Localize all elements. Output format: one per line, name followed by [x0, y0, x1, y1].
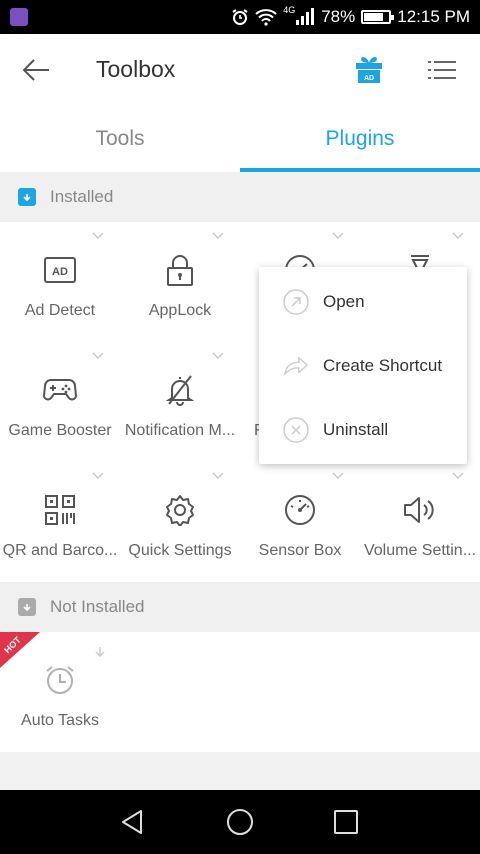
chevron-down-icon[interactable]	[212, 232, 224, 240]
tab-bar: Tools Plugins	[0, 106, 480, 172]
plugin-label: Sensor Box	[258, 542, 342, 559]
nav-home-button[interactable]	[222, 804, 258, 840]
plugin-ad-detect[interactable]: AD Ad Detect	[0, 222, 120, 342]
not-installed-section-header: Not Installed	[0, 582, 480, 632]
installed-label: Installed	[50, 187, 114, 206]
gift-ad-icon: AD	[356, 57, 382, 83]
page-title: Toolbox	[96, 56, 176, 82]
gear-icon	[162, 492, 198, 528]
menu-item-label: Open	[323, 292, 365, 311]
speaker-icon	[402, 492, 438, 528]
back-arrow-icon	[22, 59, 49, 81]
gift-badge-text: AD	[364, 75, 374, 82]
hot-badge: HOT	[0, 632, 40, 668]
chevron-down-icon[interactable]	[332, 232, 344, 240]
menu-item-label: Create Shortcut	[323, 356, 443, 375]
bell-off-icon	[162, 372, 198, 408]
chevron-down-icon[interactable]	[92, 232, 104, 240]
gift-ad-button[interactable]: AD	[348, 48, 390, 90]
status-bar: 4G 78% 12:15 PM	[0, 0, 480, 34]
chevron-down-icon[interactable]	[212, 472, 224, 480]
recents-square-icon	[334, 810, 358, 834]
ad-detect-icon: AD	[42, 252, 78, 288]
chevron-down-icon[interactable]	[92, 352, 104, 360]
plugin-context-menu: Open Create Shortcut Uninstall	[259, 267, 467, 464]
menu-item-create-shortcut[interactable]: Create Shortcut	[259, 334, 467, 398]
not-installed-label: Not Installed	[50, 597, 145, 616]
gamepad-icon	[42, 372, 78, 408]
plugin-notification-manager[interactable]: Notification M...	[120, 342, 240, 462]
back-triangle-icon	[122, 810, 142, 834]
plugin-quick-settings[interactable]: Quick Settings	[120, 462, 240, 582]
plugin-label: Auto Tasks	[21, 712, 99, 729]
chevron-down-icon[interactable]	[212, 352, 224, 360]
plugin-label: AppLock	[148, 302, 212, 319]
installed-box-icon	[18, 188, 36, 206]
system-nav-bar	[0, 790, 480, 854]
alarm-icon	[232, 9, 248, 25]
battery-fill	[364, 13, 384, 21]
installed-section-header: Installed	[0, 172, 480, 222]
nav-back-button[interactable]	[114, 804, 150, 840]
not-installed-box-icon	[18, 598, 36, 616]
menu-item-label: Uninstall	[323, 420, 389, 439]
list-menu-icon	[428, 61, 456, 79]
plugin-label: Ad Detect	[24, 302, 96, 319]
chevron-down-icon[interactable]	[332, 472, 344, 480]
close-circle-icon	[283, 417, 309, 443]
plugin-label: Notification M...	[124, 422, 236, 439]
battery-percent: 78%	[321, 7, 356, 26]
list-menu-button[interactable]	[422, 50, 462, 90]
plugin-label: Volume Settin...	[363, 542, 477, 559]
alarm-clock-icon	[42, 662, 78, 698]
plugin-volume-settings[interactable]: Volume Settin...	[360, 462, 480, 582]
plugin-label: Quick Settings	[128, 542, 232, 559]
signal-icon	[296, 8, 315, 25]
nav-recents-button[interactable]	[328, 804, 364, 840]
chevron-down-icon[interactable]	[452, 472, 464, 480]
home-circle-icon	[227, 809, 253, 835]
plugin-qr-barcode[interactable]: QR and Barco...	[0, 462, 120, 582]
network-type: 4G	[283, 5, 296, 15]
gauge-icon	[282, 492, 318, 528]
lock-icon	[162, 252, 198, 288]
plugin-label: Game Booster	[8, 422, 112, 439]
tab-tools[interactable]: Tools	[0, 106, 240, 172]
download-arrow-icon[interactable]	[94, 646, 106, 658]
plugin-sensor-box[interactable]: Sensor Box	[240, 462, 360, 582]
ad-detect-badge: AD	[52, 266, 68, 278]
app-bar: Toolbox AD	[0, 34, 480, 106]
plugin-applock[interactable]: AppLock	[120, 222, 240, 342]
not-installed-grid: HOT Auto Tasks	[0, 632, 480, 752]
plugin-game-booster[interactable]: Game Booster	[0, 342, 120, 462]
menu-item-open[interactable]: Open	[259, 270, 467, 334]
status-time: 12:15 PM	[397, 7, 470, 26]
tab-plugins[interactable]: Plugins	[240, 106, 480, 172]
qr-code-icon	[42, 492, 78, 528]
plugin-auto-tasks[interactable]: HOT Auto Tasks	[0, 632, 120, 752]
menu-item-uninstall[interactable]: Uninstall	[259, 398, 467, 462]
app-notification-icon	[10, 8, 28, 26]
chevron-down-icon[interactable]	[452, 232, 464, 240]
battery-icon	[361, 10, 395, 24]
open-icon	[283, 289, 309, 315]
back-button[interactable]	[18, 52, 54, 88]
share-arrow-icon	[283, 353, 309, 379]
status-right: 4G 78% 12:15 PM	[231, 0, 470, 34]
wifi-icon	[255, 9, 277, 26]
chevron-down-icon[interactable]	[92, 472, 104, 480]
plugin-label: QR and Barco...	[2, 542, 118, 559]
